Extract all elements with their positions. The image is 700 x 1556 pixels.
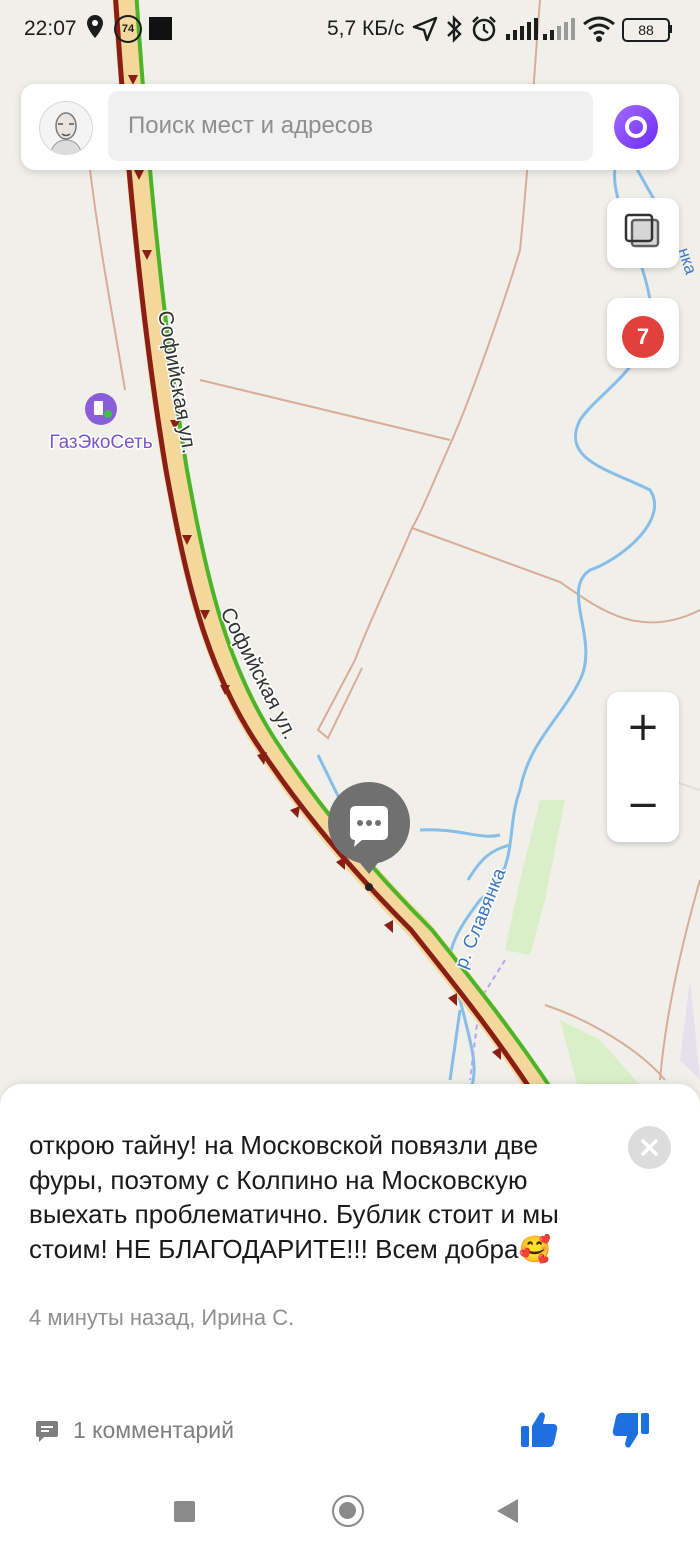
home-button[interactable] — [332, 1495, 364, 1527]
event-message: открою тайну! на Московской повязли две … — [29, 1128, 589, 1266]
layers-icon — [624, 213, 660, 248]
battery-icon: 88 — [622, 18, 670, 42]
recents-button[interactable] — [174, 1501, 195, 1522]
notification-count: 74 — [121, 23, 135, 35]
alice-voice-icon — [625, 116, 647, 138]
map-layers-button[interactable] — [607, 198, 679, 268]
thumbs-down-icon — [612, 1413, 649, 1448]
network-speed: 5,7 КБ/с — [327, 17, 405, 40]
close-icon — [641, 1139, 658, 1156]
user-avatar-icon — [49, 112, 83, 154]
status-time: 22:07 — [24, 17, 77, 40]
battery-tip — [669, 25, 672, 33]
status-bar: 22:07 74 5,7 КБ/с 88 — [0, 0, 700, 60]
comment-icon — [36, 1421, 58, 1442]
close-button[interactable] — [628, 1126, 671, 1169]
bluetooth-icon — [447, 15, 462, 43]
poi-label: ГазЭкоСеть — [49, 432, 152, 453]
location-pin-icon — [87, 15, 103, 38]
zoom-controls: + − — [607, 692, 679, 842]
back-arrow-icon[interactable] — [496, 1498, 520, 1524]
event-card: открою тайну! на Московской повязли две … — [0, 1084, 700, 1556]
dislike-button[interactable] — [610, 1409, 652, 1456]
search-input[interactable]: Поиск мест и адресов — [108, 91, 593, 161]
alarm-icon — [472, 16, 496, 42]
signal-strength-icon — [506, 18, 538, 40]
zoom-in-button[interactable]: + — [607, 704, 679, 750]
home-button-dot — [339, 1502, 356, 1519]
avatar[interactable] — [39, 101, 93, 155]
navigation-arrow-icon — [412, 16, 438, 42]
like-button[interactable] — [518, 1409, 560, 1456]
alice-assistant-button[interactable] — [614, 105, 658, 149]
event-meta: 4 минуты назад, Ирина С. — [29, 1305, 295, 1330]
notification-count-icon: 74 — [114, 15, 142, 43]
wifi-icon — [583, 16, 615, 42]
smiling-face-with-hearts-emoji: 🥰 — [518, 1233, 551, 1264]
traffic-level-badge: 7 — [622, 316, 664, 358]
app-square-icon — [149, 17, 172, 40]
zoom-out-button[interactable]: − — [607, 782, 679, 828]
comments-label: 1 комментарий — [73, 1417, 234, 1443]
thumbs-up-icon — [521, 1412, 558, 1447]
battery-level: 88 — [638, 22, 654, 38]
search-bar: Поиск мест и адресов — [21, 84, 679, 170]
traffic-button[interactable]: 7 — [607, 298, 679, 368]
signal-strength-2-icon — [543, 18, 575, 40]
event-message-text: открою тайну! на Московской повязли две … — [29, 1130, 559, 1264]
